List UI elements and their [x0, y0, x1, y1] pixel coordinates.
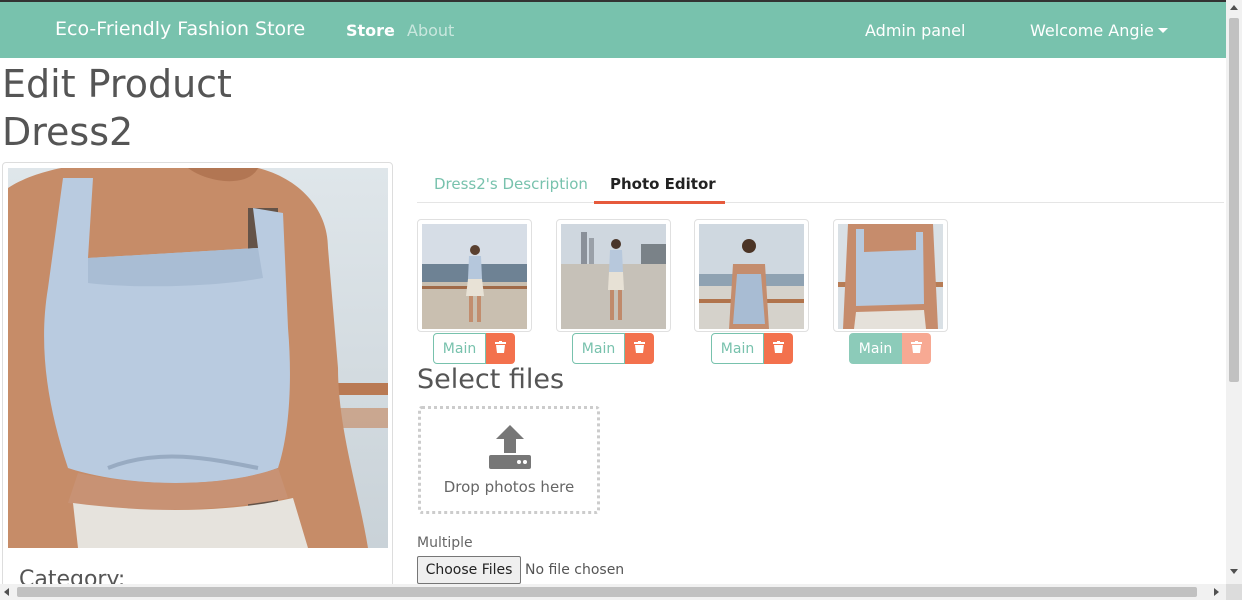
set-main-button[interactable]: Main	[433, 333, 486, 364]
nav-about-link[interactable]: About	[407, 21, 454, 40]
nav-store-link[interactable]: Store	[346, 21, 395, 40]
vertical-scrollbar[interactable]	[1226, 0, 1242, 584]
set-main-button[interactable]: Main	[572, 333, 625, 364]
scroll-down-arrow-icon[interactable]	[1230, 569, 1238, 574]
choose-files-button[interactable]: Choose Files	[417, 556, 521, 584]
caret-down-icon	[1157, 28, 1168, 33]
tab-photo-editor[interactable]: Photo Editor	[610, 175, 716, 193]
dropzone-text: Drop photos here	[443, 478, 575, 496]
photo-thumbnail	[556, 219, 671, 332]
active-tab-indicator	[594, 201, 725, 204]
horizontal-scrollbar[interactable]	[0, 584, 1226, 600]
photo-thumbnail-image	[838, 224, 943, 329]
main-photo-card: Category:	[2, 162, 393, 592]
file-status-text: No file chosen	[525, 562, 625, 578]
photo-thumbnail-image	[561, 224, 666, 329]
horizontal-scroll-thumb[interactable]	[17, 587, 1197, 597]
select-files-heading: Select files	[417, 364, 565, 395]
main-product-photo	[8, 168, 388, 548]
delete-photo-button[interactable]	[625, 333, 654, 364]
photo-thumbnail	[833, 219, 948, 332]
navbar: Eco-Friendly Fashion Store Store About A…	[0, 0, 1226, 58]
scroll-up-arrow-icon[interactable]	[1230, 5, 1238, 10]
trash-icon	[634, 341, 645, 353]
photo-thumbnail	[694, 219, 809, 332]
multiple-label: Multiple	[417, 535, 473, 551]
set-main-button-active[interactable]: Main	[849, 333, 902, 364]
trash-icon	[773, 341, 784, 353]
photo-dropzone[interactable]: Drop photos here	[418, 406, 600, 514]
page-title-product-name: Dress2	[2, 110, 134, 154]
user-dropdown[interactable]: Welcome Angie	[1030, 21, 1168, 40]
vertical-scroll-thumb[interactable]	[1229, 18, 1239, 382]
trash-icon	[495, 341, 506, 353]
delete-photo-button[interactable]	[764, 333, 793, 364]
delete-photo-button[interactable]	[486, 333, 515, 364]
upload-icon	[489, 425, 531, 469]
delete-photo-button-disabled[interactable]	[902, 333, 931, 364]
scroll-left-arrow-icon[interactable]	[4, 588, 9, 596]
set-main-button[interactable]: Main	[711, 333, 764, 364]
photo-thumbnail-image	[699, 224, 804, 329]
nav-admin-panel-link[interactable]: Admin panel	[865, 21, 965, 40]
page-title-line1: Edit Product	[2, 62, 232, 106]
scrollbar-corner	[1226, 584, 1242, 600]
scroll-right-arrow-icon[interactable]	[1214, 588, 1219, 596]
user-dropdown-label: Welcome Angie	[1030, 21, 1154, 40]
tab-description[interactable]: Dress2's Description	[434, 175, 588, 193]
brand-link[interactable]: Eco-Friendly Fashion Store	[55, 18, 305, 40]
photo-thumbnail-image	[422, 224, 527, 329]
photo-thumbnail	[417, 219, 532, 332]
page-title: Edit Product Dress2	[2, 60, 232, 156]
trash-icon	[911, 341, 922, 353]
product-tabs: Dress2's Description Photo Editor	[417, 165, 1224, 204]
